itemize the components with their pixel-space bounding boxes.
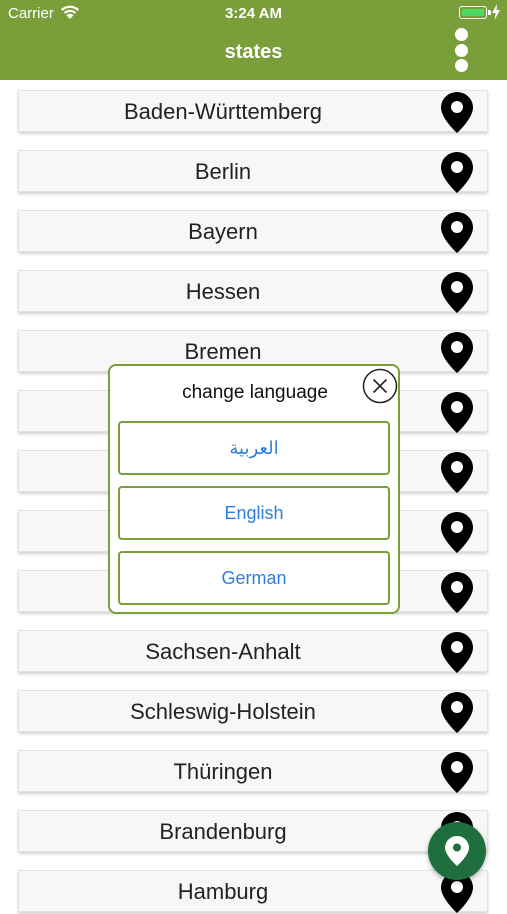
map-pin-icon[interactable] xyxy=(439,90,475,134)
map-pin-icon xyxy=(445,836,469,866)
page-title: states xyxy=(224,41,283,63)
status-bar: Carrier 3:24 AM xyxy=(0,0,507,26)
close-icon[interactable] xyxy=(362,368,398,404)
state-name: Schleswig-Holstein xyxy=(130,699,316,724)
battery-icon xyxy=(459,6,491,19)
language-dialog: change language العربية English German xyxy=(108,364,400,614)
state-name: Brandenburg xyxy=(159,819,287,844)
language-option-german[interactable]: German xyxy=(118,551,390,605)
state-name: Hamburg xyxy=(177,879,269,904)
state-list-item[interactable]: Brandenburg xyxy=(18,810,488,853)
state-name: Berlin xyxy=(194,159,252,184)
state-list-item[interactable]: Thüringen xyxy=(18,750,488,794)
nav-bar: states xyxy=(0,26,507,80)
map-pin-icon[interactable] xyxy=(439,630,475,674)
map-pin-icon[interactable] xyxy=(439,390,475,434)
vertical-ellipsis-icon[interactable] xyxy=(453,28,469,78)
state-list-item[interactable]: Sachsen-Anhalt xyxy=(18,630,488,674)
language-option-english[interactable]: English xyxy=(118,486,390,540)
state-list-item[interactable]: Baden-Württemberg xyxy=(18,90,488,134)
location-fab-button[interactable] xyxy=(428,822,486,880)
map-pin-icon[interactable] xyxy=(439,330,475,374)
state-name: Thüringen xyxy=(173,759,273,784)
map-pin-icon[interactable] xyxy=(439,690,475,734)
map-pin-icon[interactable] xyxy=(439,750,475,794)
state-list-item[interactable]: Hessen xyxy=(18,270,488,314)
map-pin-icon[interactable] xyxy=(439,570,475,614)
map-pin-icon[interactable] xyxy=(439,270,475,314)
map-pin-icon[interactable] xyxy=(439,150,475,194)
state-name: Hessen xyxy=(185,279,261,304)
dialog-title: change language xyxy=(182,382,328,403)
language-option-arabic[interactable]: العربية xyxy=(118,421,390,475)
map-pin-icon[interactable] xyxy=(439,450,475,494)
state-list-item[interactable]: Bayern xyxy=(18,210,488,254)
map-pin-icon[interactable] xyxy=(439,210,475,254)
state-name: Bayern xyxy=(188,219,258,244)
charging-bolt-icon xyxy=(492,4,500,20)
state-name: Sachsen-Anhalt xyxy=(145,639,301,664)
state-list-item[interactable]: Berlin xyxy=(18,150,488,194)
state-name: Baden-Württemberg xyxy=(123,99,323,124)
state-list-item[interactable]: Schleswig-Holstein xyxy=(18,690,488,734)
map-pin-icon[interactable] xyxy=(439,510,475,554)
clock: 3:24 AM xyxy=(225,5,282,22)
state-list-item[interactable]: Hamburg xyxy=(18,870,488,913)
